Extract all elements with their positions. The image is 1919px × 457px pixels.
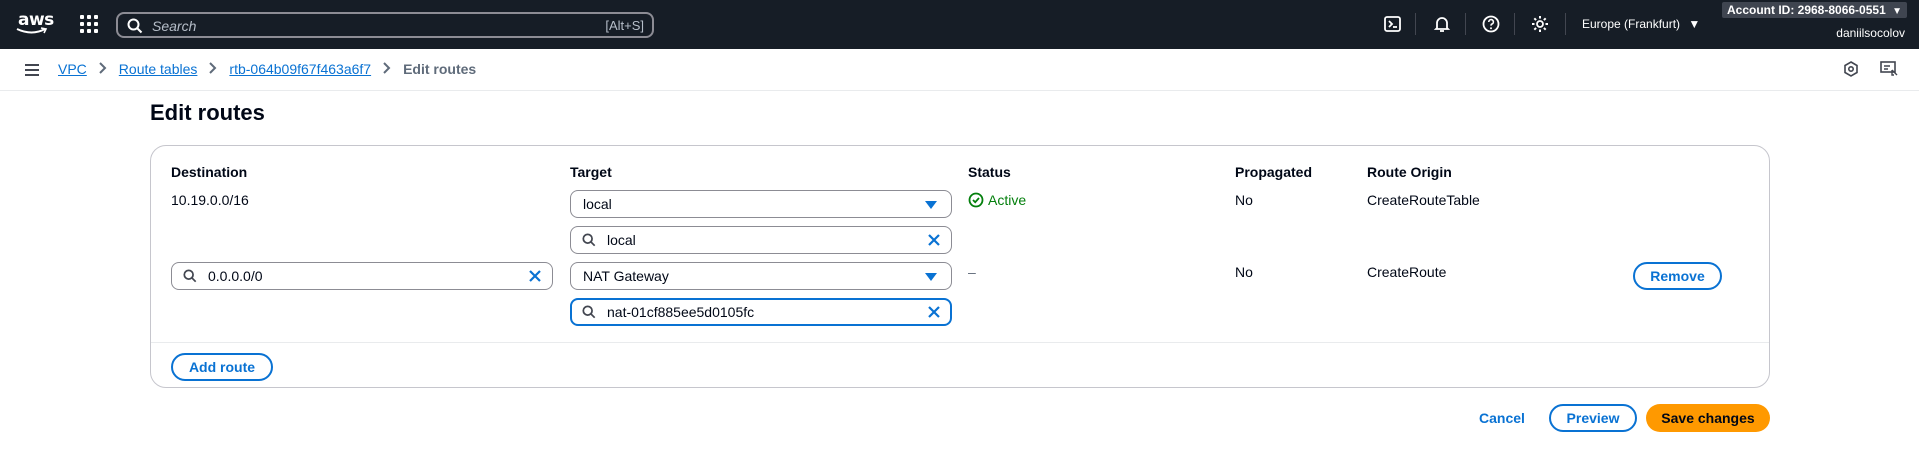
- caret-down-icon: [925, 201, 937, 209]
- cloudshell-icon[interactable]: [1383, 14, 1403, 34]
- search-icon: [582, 233, 596, 247]
- breadcrumb-route-tables[interactable]: Route tables: [119, 61, 198, 77]
- destination-input[interactable]: 0.0.0.0/0: [171, 262, 553, 290]
- bell-icon[interactable]: [1432, 14, 1452, 34]
- status-text: –: [968, 264, 976, 280]
- breadcrumb-route-table-id[interactable]: rtb-064b09f67f463a6f7: [229, 61, 371, 77]
- search-shortcut: [Alt+S]: [605, 18, 644, 33]
- column-header-destination: Destination: [171, 164, 248, 180]
- status-text: Active: [988, 192, 1027, 208]
- breadcrumb-current: Edit routes: [403, 61, 477, 77]
- services-menu-icon[interactable]: [80, 15, 98, 33]
- column-header-target: Target: [570, 164, 612, 180]
- caret-down-icon: [925, 273, 937, 281]
- route-origin: CreateRouteTable: [1367, 192, 1480, 208]
- route-propagated: No: [1235, 192, 1253, 208]
- target-type-value: NAT Gateway: [583, 268, 669, 284]
- divider: [151, 342, 1769, 343]
- breadcrumb-bar: VPC Route tables rtb-064b09f67f463a6f7 E…: [0, 49, 1919, 91]
- notifications-panel-icon[interactable]: [1843, 61, 1859, 77]
- aws-logo[interactable]: aws: [16, 10, 54, 37]
- cancel-button[interactable]: Cancel: [1479, 410, 1525, 426]
- search-icon: [183, 269, 197, 283]
- route-destination: 10.19.0.0/16: [171, 192, 249, 208]
- target-type-select[interactable]: NAT Gateway: [570, 262, 952, 290]
- help-icon[interactable]: [1481, 14, 1501, 34]
- destination-value: 0.0.0.0/0: [208, 268, 263, 284]
- search-icon: [582, 305, 596, 319]
- gear-icon[interactable]: [1530, 14, 1550, 34]
- chevron-right-icon: [99, 61, 107, 77]
- routes-container: Destination Target Status Propagated Rou…: [150, 145, 1770, 388]
- page-title: Edit routes: [150, 100, 265, 125]
- region-selector[interactable]: Europe (Frankfurt) ▼: [1582, 17, 1700, 31]
- top-navigation: aws Search [Alt+S] Europe (Frankfurt) ▼ …: [0, 0, 1919, 49]
- clear-icon[interactable]: [528, 269, 542, 283]
- username[interactable]: daniilsocolov: [1836, 26, 1905, 40]
- global-search-input[interactable]: Search [Alt+S]: [116, 12, 654, 38]
- aws-smile-icon: [16, 27, 48, 34]
- help-panel-icon[interactable]: [1880, 61, 1898, 77]
- status-badge: Active: [968, 192, 1026, 208]
- column-header-propagated: Propagated: [1235, 164, 1313, 180]
- column-header-status: Status: [968, 164, 1011, 180]
- route-origin: CreateRoute: [1367, 264, 1447, 280]
- preview-button[interactable]: Preview: [1549, 404, 1637, 432]
- menu-icon[interactable]: [24, 62, 40, 78]
- save-changes-button[interactable]: Save changes: [1646, 404, 1770, 432]
- target-value-input[interactable]: nat-01cf885ee5d0105fc: [570, 298, 952, 326]
- region-label: Europe (Frankfurt): [1582, 17, 1681, 31]
- add-route-button[interactable]: Add route: [171, 353, 273, 381]
- chevron-right-icon: [383, 61, 391, 77]
- target-value-input[interactable]: local: [570, 226, 952, 254]
- clear-icon[interactable]: [927, 305, 941, 319]
- target-type-select[interactable]: local: [570, 190, 952, 218]
- caret-down-icon: ▼: [1688, 17, 1701, 31]
- breadcrumb-vpc[interactable]: VPC: [58, 61, 87, 77]
- account-id: Account ID: 2968-8066-0551: [1727, 3, 1886, 17]
- column-header-route-origin: Route Origin: [1367, 164, 1452, 180]
- route-propagated: No: [1235, 264, 1253, 280]
- target-value-text: nat-01cf885ee5d0105fc: [607, 304, 755, 320]
- breadcrumb: VPC Route tables rtb-064b09f67f463a6f7 E…: [58, 61, 476, 77]
- target-value-text: local: [607, 232, 636, 248]
- caret-down-icon: ▼: [1892, 6, 1902, 17]
- check-circle-icon: [968, 192, 984, 208]
- account-menu[interactable]: Account ID: 2968-8066-0551 ▼: [1722, 2, 1907, 18]
- chevron-right-icon: [209, 61, 217, 77]
- search-icon: [127, 18, 143, 34]
- remove-route-button[interactable]: Remove: [1633, 262, 1722, 290]
- search-placeholder: Search: [152, 18, 197, 34]
- clear-icon[interactable]: [927, 233, 941, 247]
- target-type-value: local: [583, 196, 612, 212]
